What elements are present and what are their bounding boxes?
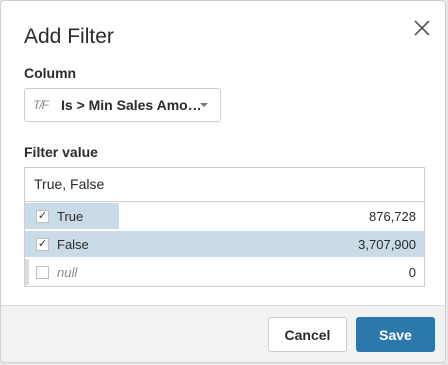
list-item-null[interactable]: null 0 xyxy=(25,258,424,286)
column-select[interactable]: T/F Is > Min Sales Amo… xyxy=(24,88,221,122)
list-item-false[interactable]: ✓ False 3,707,900 xyxy=(25,230,424,258)
value-list: ✓ True 876,728 ✓ False 3,707,900 null 0 xyxy=(24,201,425,287)
checkbox-false[interactable]: ✓ xyxy=(36,237,49,251)
filter-value-input[interactable]: True, False xyxy=(24,167,425,202)
column-label: Column xyxy=(24,65,77,81)
list-item-true[interactable]: ✓ True 876,728 xyxy=(25,202,424,230)
dialog-title: Add Filter xyxy=(24,25,114,48)
filter-value-label: Filter value xyxy=(24,144,98,160)
chevron-down-icon xyxy=(200,103,208,107)
checkmark-icon: ✓ xyxy=(37,237,48,250)
column-select-value: Is > Min Sales Amo… xyxy=(61,97,200,113)
checkmark-icon: ✓ xyxy=(37,209,48,222)
close-icon[interactable] xyxy=(409,15,435,41)
list-item-count: 876,728 xyxy=(369,208,416,224)
add-filter-dialog: Add Filter Column T/F Is > Min Sales Amo… xyxy=(0,0,446,363)
boolean-type-icon: T/F xyxy=(33,98,49,112)
save-button[interactable]: Save xyxy=(356,317,435,352)
value-bar-marker xyxy=(25,259,29,285)
list-item-label: True xyxy=(57,208,84,224)
list-item-count: 3,707,900 xyxy=(358,236,416,252)
list-item-count: 0 xyxy=(408,264,416,280)
checkbox-null[interactable] xyxy=(36,265,49,279)
cancel-button[interactable]: Cancel xyxy=(268,317,347,352)
list-item-label: null xyxy=(57,264,78,280)
checkbox-true[interactable]: ✓ xyxy=(36,209,49,223)
list-item-label: False xyxy=(57,236,89,252)
